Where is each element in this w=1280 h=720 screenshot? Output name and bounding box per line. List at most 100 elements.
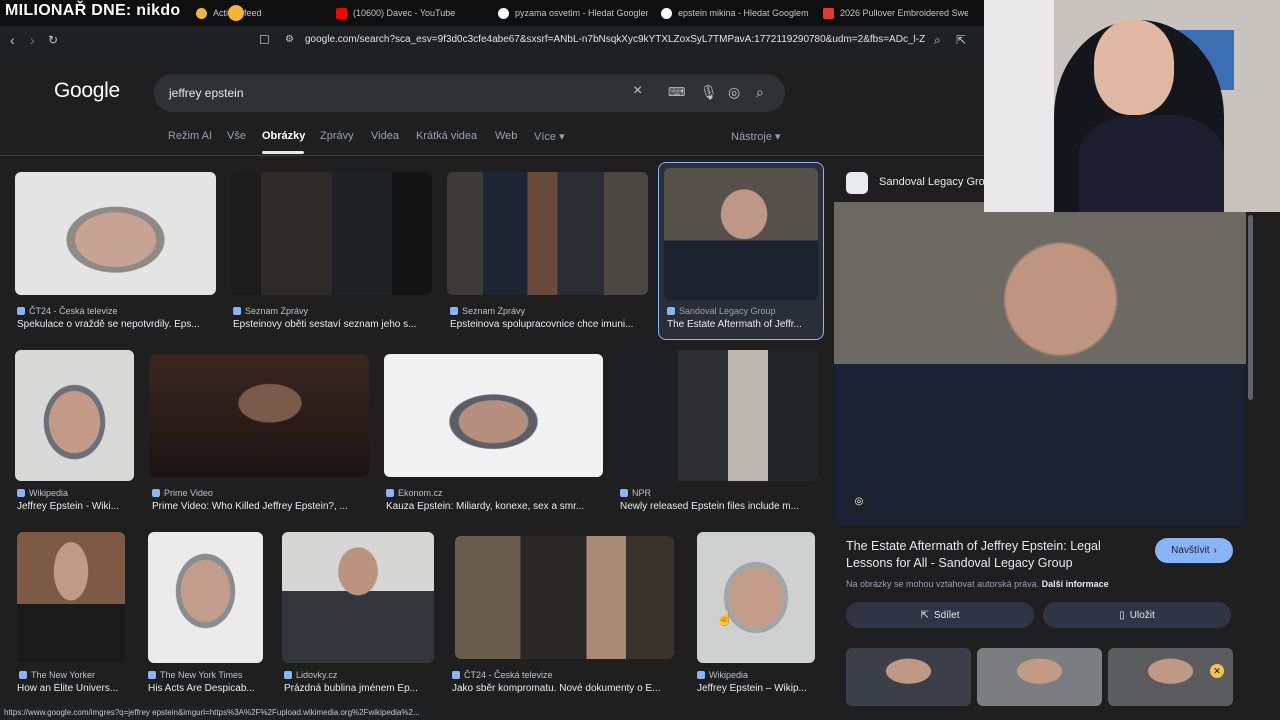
tab-ai-mode[interactable]: Režim AI [168, 130, 212, 142]
result-title[interactable]: Prázdná bublina jménem Ep... [284, 683, 434, 694]
result-image[interactable] [149, 354, 369, 477]
badge-icon: ✕ [1210, 664, 1224, 678]
result-image[interactable] [231, 172, 432, 295]
tab-images[interactable]: Obrázky [262, 130, 305, 142]
source-label: Wikipedia [709, 670, 749, 680]
result-title[interactable]: Prime Video: Who Killed Jeffrey Epstein?… [152, 501, 362, 512]
tab-epstein-mikina-search[interactable]: epstein mikina - Hledat Googlem [661, 0, 811, 26]
bookmark-icon[interactable]: ☐ [259, 33, 270, 47]
result-title[interactable]: Jako sběr kompromatu. Nové dokumenty o E… [452, 683, 674, 694]
related-image[interactable] [977, 648, 1102, 706]
tab-label: 2026 Pullover Embroidered Sweatsh [840, 8, 968, 18]
result-source: Seznam Zprávy [233, 306, 308, 316]
result-title[interactable]: Kauza Epstein: Miliardy, konexe, sex a s… [386, 501, 601, 512]
tab-more[interactable]: Více ▾ [534, 130, 565, 143]
result-source: Wikipedia [697, 670, 748, 680]
active-tab-indicator [262, 151, 304, 154]
search-box[interactable]: jeffrey epstein × ⌨ 🎙 ◎ ⌕ [154, 74, 785, 112]
lens-search-icon[interactable]: ◎ [850, 493, 868, 511]
result-image[interactable] [697, 532, 815, 663]
source-logo [846, 172, 868, 194]
tab-videos[interactable]: Videa [371, 130, 399, 142]
search-icon[interactable]: ⌕ [756, 84, 764, 101]
google-logo[interactable]: Google [54, 79, 120, 103]
tab-web[interactable]: Web [495, 130, 517, 142]
shop-icon [823, 7, 834, 19]
result-image[interactable] [282, 532, 434, 663]
result-image[interactable] [15, 350, 134, 481]
tab-news[interactable]: Zprávy [320, 130, 354, 142]
back-icon[interactable]: ‹ [10, 32, 15, 48]
result-title[interactable]: Jeffrey Epstein - Wiki... [17, 501, 135, 512]
source-label: Seznam Zprávy [462, 306, 526, 316]
webcam-wall [984, 0, 1054, 212]
result-title[interactable]: His Acts Are Despicab... [148, 683, 264, 694]
keyboard-icon[interactable]: ⌨ [668, 85, 685, 99]
share-button[interactable]: ⇱ Sdílet [846, 602, 1034, 628]
source-favicon [620, 489, 628, 497]
clear-icon[interactable]: × [633, 82, 642, 100]
result-title[interactable]: Spekulace o vraždě se nepotvrdily. Eps..… [17, 319, 217, 330]
result-title[interactable]: Jeffrey Epstein – Wikip... [697, 683, 817, 694]
stream-overlay-title: MILIONAŘ DNE: nikdo [5, 2, 181, 19]
status-bar-url: https://www.google.com/imgres?q=jeffrey … [0, 706, 430, 720]
source-label: Seznam Zprávy [245, 306, 309, 316]
result-source: Lidovky.cz [284, 670, 337, 680]
reload-icon[interactable]: ↻ [48, 33, 58, 47]
tab-activity-feed[interactable]: Activity feed [196, 0, 306, 26]
tab-label: (10600) Davec - YouTube [353, 8, 456, 18]
result-image[interactable] [148, 532, 263, 663]
result-image[interactable] [384, 354, 603, 477]
tools-label: Nástroje [731, 131, 772, 143]
panel-title[interactable]: The Estate Aftermath of Jeffrey Epstein:… [846, 538, 1146, 572]
result-title[interactable]: Newly released Epstein files include m..… [620, 501, 815, 512]
preview-image[interactable] [834, 202, 1246, 526]
result-image[interactable] [664, 168, 818, 300]
lens-icon[interactable]: ◎ [728, 84, 740, 101]
tab-pullover[interactable]: 2026 Pullover Embroidered Sweatsh [823, 0, 968, 26]
site-info-icon[interactable]: ⚙ [285, 34, 294, 45]
tab-pyzama-search[interactable]: pyzama osvetim - Hledat Googlem [498, 0, 648, 26]
result-image[interactable] [15, 172, 216, 295]
result-title[interactable]: The Estate Aftermath of Jeffr... [667, 319, 812, 330]
source-label: The New Yorker [31, 670, 96, 680]
result-image[interactable] [17, 532, 125, 663]
mic-icon[interactable]: 🎙 [700, 84, 718, 101]
result-source: Seznam Zprávy [450, 306, 525, 316]
tab-short-videos[interactable]: Krátká videa [416, 130, 477, 142]
tab-all[interactable]: Vše [227, 130, 246, 142]
url-field[interactable]: google.com/search?sca_esv=9f3d0c3cfe4abe… [305, 34, 925, 45]
related-image[interactable] [846, 648, 971, 706]
panel-source[interactable]: Sandoval Legacy Grou [879, 176, 991, 188]
webcam-body [1079, 115, 1224, 212]
zoom-icon[interactable]: ⌕ [934, 33, 941, 48]
result-image[interactable] [455, 536, 674, 659]
result-image[interactable] [618, 350, 818, 481]
result-source: The New Yorker [19, 670, 95, 680]
share-icon[interactable]: ⇱ [956, 33, 966, 47]
search-input[interactable]: jeffrey epstein [169, 86, 244, 100]
tools-button[interactable]: Nástroje ▾ [731, 130, 781, 143]
more-info-link[interactable]: Další informace [1042, 579, 1109, 589]
tab-youtube[interactable]: (10600) Davec - YouTube [336, 0, 486, 26]
result-title[interactable]: Epsteinovy oběti sestaví seznam jeho s..… [233, 319, 433, 330]
result-image[interactable] [447, 172, 648, 295]
source-favicon [697, 671, 705, 679]
visit-button[interactable]: Navštívit › [1155, 538, 1233, 563]
source-favicon [17, 489, 25, 497]
tab-label: epstein mikina - Hledat Googlem [678, 8, 809, 18]
forward-icon[interactable]: › [30, 32, 35, 48]
source-favicon [386, 489, 394, 497]
webcam-face [1094, 20, 1174, 115]
address-bar: ‹ › ↻ ☐ ⚙ google.com/search?sca_esv=9f3d… [0, 26, 984, 54]
result-title[interactable]: How an Élite Univers... [17, 683, 127, 694]
save-label: Uložit [1129, 609, 1155, 621]
tab-more-label: Více [534, 131, 557, 143]
google-icon [661, 7, 672, 19]
result-title[interactable]: Epsteinova spolupracovnice chce imuni... [450, 319, 646, 330]
source-label: NPR [632, 488, 652, 498]
source-favicon [17, 307, 25, 315]
save-button[interactable]: ▯ Uložit [1043, 602, 1231, 628]
panel-scrollbar[interactable] [1248, 215, 1253, 400]
youtube-icon [336, 7, 347, 19]
